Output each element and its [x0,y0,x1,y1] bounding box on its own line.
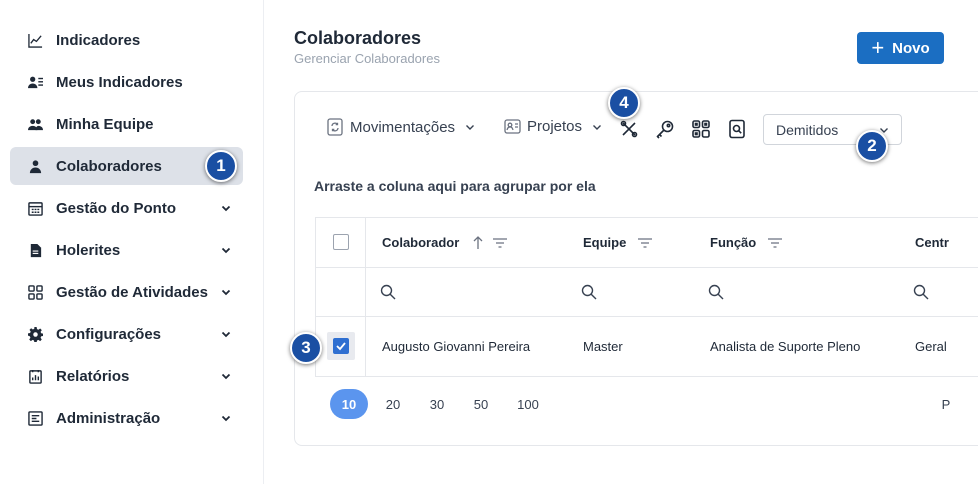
status-filter-value: Demitidos [776,121,839,138]
badge-user-icon [504,119,521,134]
column-header-equipe[interactable]: Equipe [583,218,653,267]
sidebar-item-label: Meus Indicadores [56,73,183,91]
chevron-down-icon [593,124,602,130]
row-checkbox[interactable] [333,338,349,354]
callout-badge-2: 2 [856,130,888,162]
sidebar-item-label: Configurações [56,325,162,343]
table-row[interactable]: Augusto Giovanni Pereira Master Analista… [316,317,978,376]
pager-info: P [941,396,951,412]
sidebar-item-holerites[interactable]: Holerites [10,231,243,269]
page-size-10[interactable]: 10 [330,389,368,419]
plus-icon: + [871,35,885,60]
filter-select-cell [316,268,366,316]
user-list-icon [28,75,43,90]
page-title: Colaboradores [294,28,422,48]
sidebar-nav: Indicadores Meus Indicadores Minha Equip… [10,21,243,441]
filter-centro[interactable] [913,268,929,316]
page-size-30[interactable]: 30 [428,389,446,419]
filter-colaborador[interactable] [380,268,396,316]
sidebar-item-label: Minha Equipe [56,115,154,133]
checkmark-icon [336,342,346,351]
sidebar-item-label: Indicadores [56,31,141,49]
callout-badge-1: 1 [205,150,237,182]
row-select-cell [316,317,366,376]
grid-icon [28,284,43,300]
document-icon [28,243,43,258]
chevron-down-icon [221,371,231,381]
grid-header-row: Colaborador Equipe Função Centr [316,218,978,268]
column-header-centro[interactable]: Centr [915,218,949,267]
movimentacoes-button[interactable]: Movimentações [327,118,475,136]
sidebar-item-meus-indicadores[interactable]: Meus Indicadores [10,63,243,101]
column-header-colaborador[interactable]: Colaborador [382,218,508,267]
user-icon [28,159,43,174]
group-panel-hint: Arraste a coluna aqui para agrupar por e… [314,178,596,194]
collaborators-grid: Colaborador Equipe Função Centr Augusto … [315,217,978,377]
new-button[interactable]: + Novo [857,32,944,64]
qr-code-icon[interactable] [691,119,711,139]
chevron-down-icon [221,203,231,213]
filter-equipe[interactable] [581,268,597,316]
column-header-label: Equipe [583,235,627,250]
chevron-down-icon [221,287,231,297]
page-size-20[interactable]: 20 [384,389,402,419]
tools-icon[interactable] [619,119,639,139]
sidebar-item-administracao[interactable]: Administração [10,399,243,437]
cell-colaborador: Augusto Giovanni Pereira [382,339,531,354]
page-subtitle: Gerenciar Colaboradores [294,51,440,66]
sidebar-item-indicadores[interactable]: Indicadores [10,21,243,59]
movimentacoes-label: Movimentações [350,118,456,136]
grid-filter-row [316,268,978,317]
search-icon [581,284,597,300]
chevron-down-icon [466,125,475,130]
sidebar-item-label: Gestão do Ponto [56,199,176,217]
sidebar-item-configuracoes[interactable]: Configurações [10,315,243,353]
admin-list-icon [28,410,43,426]
column-header-label: Colaborador [382,235,460,250]
chevron-down-icon [221,329,231,339]
filter-funcao[interactable] [708,268,724,316]
page-size-50[interactable]: 50 [472,389,490,419]
search-icon [708,284,724,300]
filter-lines-icon[interactable] [493,237,508,248]
search-icon [913,284,929,300]
filter-lines-icon[interactable] [768,237,783,248]
column-header-label: Centr [915,235,949,250]
key-icon[interactable] [655,119,675,139]
sidebar-item-label: Administração [56,409,161,427]
chevron-down-icon [221,245,231,255]
page-size-100[interactable]: 100 [516,389,540,419]
sidebar-item-label: Gestão de Atividades [56,283,208,301]
cell-centro: Geral [915,339,947,354]
sidebar-item-relatorios[interactable]: Relatórios [10,357,243,395]
cell-equipe: Master [583,339,623,354]
gear-icon [28,326,43,342]
new-button-label: Novo [892,39,930,57]
select-all-cell [316,218,366,267]
projetos-label: Projetos [527,118,583,135]
sidebar-item-gestao-do-ponto[interactable]: Gestão do Ponto [10,189,243,227]
sidebar-item-gestao-de-atividades[interactable]: Gestão de Atividades [10,273,243,311]
sidebar-item-label: Relatórios [56,367,130,385]
cell-funcao: Analista de Suporte Pleno [710,339,861,354]
refresh-document-icon [327,118,343,136]
search-icon [380,284,396,300]
sidebar-item-minha-equipe[interactable]: Minha Equipe [10,105,243,143]
column-header-label: Função [710,235,757,250]
sidebar: Indicadores Meus Indicadores Minha Equip… [0,0,264,484]
sort-ascending-icon[interactable] [473,235,483,250]
calendar-icon [28,201,43,216]
filter-lines-icon[interactable] [638,237,653,248]
document-search-icon[interactable] [727,119,747,139]
report-icon [28,369,43,384]
callout-badge-3: 3 [290,332,322,364]
select-all-checkbox[interactable] [333,234,349,250]
chart-line-icon [28,33,43,48]
column-header-funcao[interactable]: Função [710,218,783,267]
callout-badge-4: 4 [608,87,640,119]
users-icon [28,117,43,132]
chevron-down-icon [221,413,231,423]
projetos-button[interactable]: Projetos [504,118,602,135]
sidebar-item-label: Holerites [56,241,121,259]
